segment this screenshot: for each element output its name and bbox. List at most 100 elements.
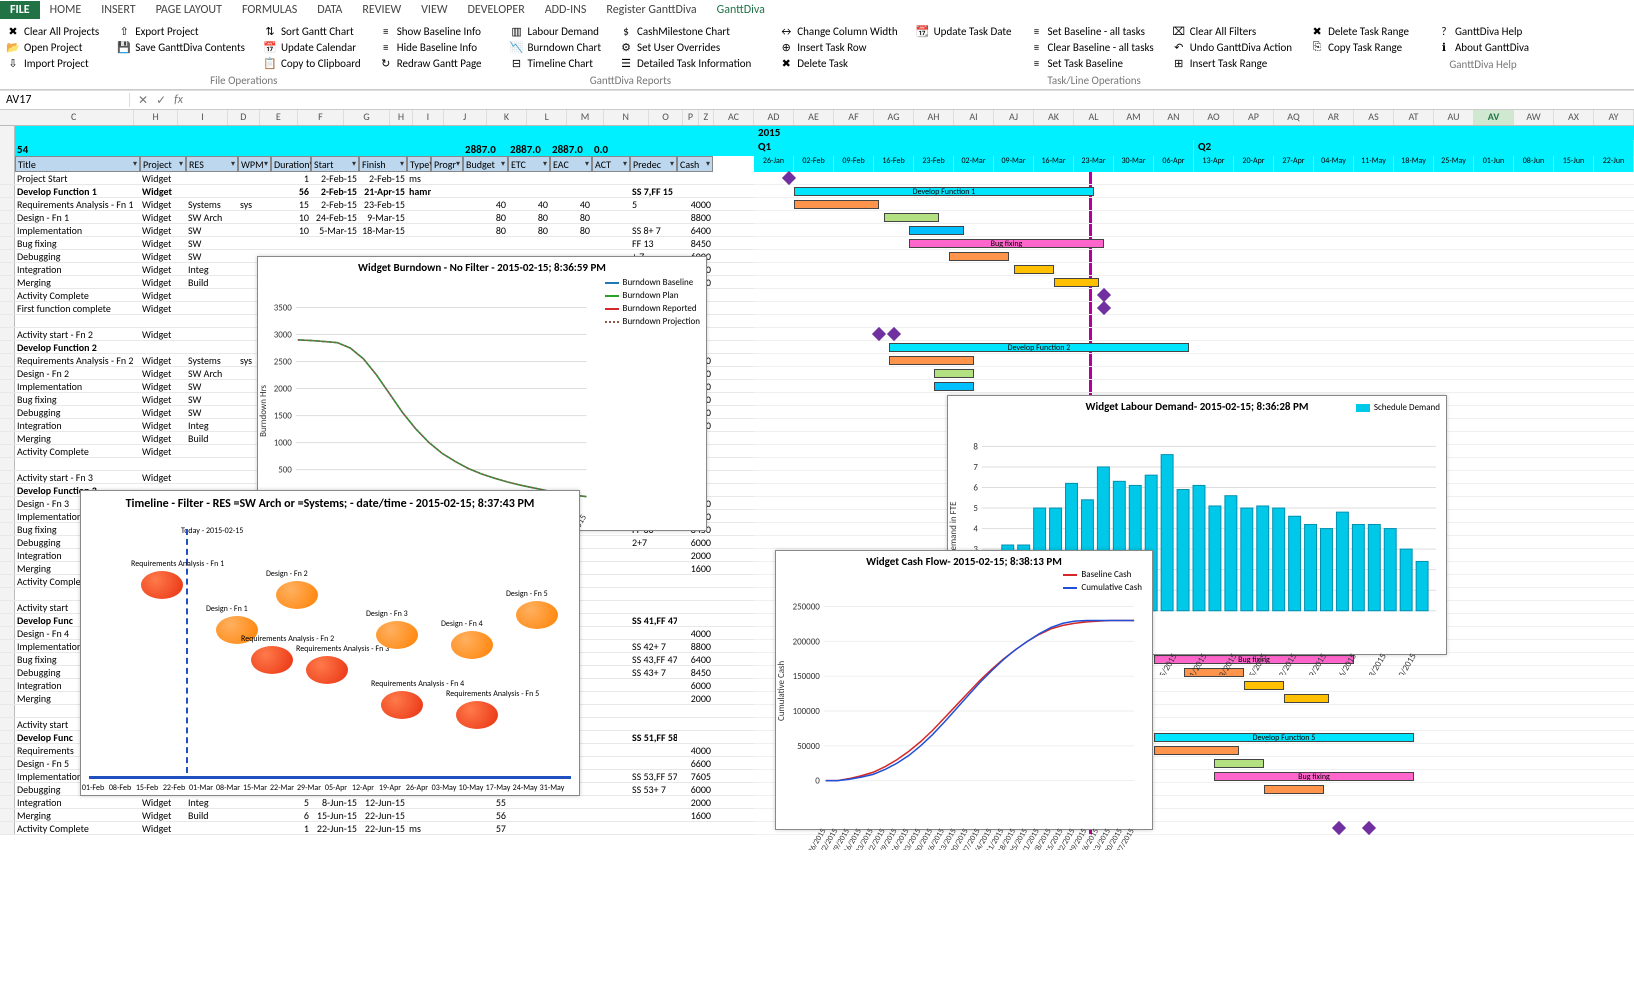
btn-delete-task[interactable]: ✖Delete Task bbox=[779, 56, 897, 70]
svg-text:0: 0 bbox=[815, 776, 820, 787]
insert-range-icon: ⊞ bbox=[1172, 56, 1186, 70]
tab-register[interactable]: Register GanttDiva bbox=[596, 1, 706, 19]
table-row[interactable]: Design - Fn 1 Widget SW Arch 10 24-Feb-1… bbox=[0, 211, 754, 224]
svg-text:250000: 250000 bbox=[793, 602, 821, 613]
btn-open-project[interactable]: 📂Open Project bbox=[6, 40, 99, 54]
btn-detailed-task[interactable]: ☰Detailed Task Information bbox=[619, 56, 751, 70]
svg-text:6/8/2015: 6/8/2015 bbox=[1213, 651, 1240, 675]
svg-text:4: 4 bbox=[973, 524, 978, 535]
tab-home[interactable]: HOME bbox=[40, 1, 92, 19]
svg-text:6/1/2015: 6/1/2015 bbox=[1183, 651, 1210, 675]
timeline-chart[interactable]: Timeline - Filter - RES =SW Arch or =Sys… bbox=[80, 490, 580, 796]
group-label-help: GanttDiva Help bbox=[1437, 54, 1529, 71]
svg-text:5: 5 bbox=[973, 503, 978, 514]
btn-cashmilestone[interactable]: $CashMilestone Chart bbox=[619, 24, 751, 38]
delete-range-icon: ✖ bbox=[1310, 24, 1324, 38]
hide-icon: ≡ bbox=[379, 40, 393, 54]
group-task-ops: ↔Change Column Width ⊕Insert Task Row ✖D… bbox=[779, 24, 1409, 87]
svg-text:6/29/2015: 6/29/2015 bbox=[1300, 651, 1329, 675]
clear-icon: ✖ bbox=[6, 24, 20, 38]
show-icon: ≡ bbox=[379, 24, 393, 38]
table-row[interactable]: Requirements Analysis - Fn 1 Widget Syst… bbox=[0, 198, 754, 211]
svg-text:Burndown Hrs: Burndown Hrs bbox=[258, 384, 269, 436]
btn-update-calendar[interactable]: 📅Update Calendar bbox=[263, 40, 361, 54]
svg-text:2000: 2000 bbox=[274, 384, 293, 395]
svg-text:7/6/2015: 7/6/2015 bbox=[1332, 651, 1359, 675]
btn-delete-range[interactable]: ✖Delete Task Range bbox=[1310, 24, 1409, 38]
btn-burndown[interactable]: 📉Burndown Chart bbox=[510, 40, 601, 54]
tab-developer[interactable]: DEVELOPER bbox=[458, 1, 535, 19]
open-icon: 📂 bbox=[6, 40, 20, 54]
svg-text:5/25/2015: 5/25/2015 bbox=[1151, 651, 1180, 675]
group-help: ?GanttDiva Help ℹAbout GanttDiva GanttDi… bbox=[1437, 24, 1529, 87]
btn-export-project[interactable]: ⇧Export Project bbox=[117, 24, 245, 38]
btn-set-baseline-all[interactable]: ≡Set Baseline - all tasks bbox=[1029, 24, 1153, 38]
tab-review[interactable]: REVIEW bbox=[352, 1, 411, 19]
table-row[interactable]: Activity Complete Widget 1 22-Jun-15 22-… bbox=[0, 822, 754, 835]
btn-about[interactable]: ℹAbout GanttDiva bbox=[1437, 40, 1529, 54]
btn-user-overrides[interactable]: ⚙Set User Overrides bbox=[619, 40, 751, 54]
btn-clear-all-projects[interactable]: ✖Clear All Projects bbox=[6, 24, 99, 38]
name-box[interactable]: AV17 bbox=[0, 93, 130, 107]
fx-icon[interactable]: fx bbox=[174, 93, 183, 108]
help-icon: ? bbox=[1437, 24, 1451, 38]
tab-insert[interactable]: INSERT bbox=[91, 1, 145, 19]
btn-copy-clipboard[interactable]: 📋Copy to Clipboard bbox=[263, 56, 361, 70]
btn-help[interactable]: ?GanttDiva Help bbox=[1437, 24, 1529, 38]
column-headers[interactable]: C H I D E F G H I J K L M N O P Z ACADAE… bbox=[0, 110, 1634, 126]
table-row[interactable]: Integration Widget Integ 5 8-Jun-15 12-J… bbox=[0, 796, 754, 809]
tab-view[interactable]: VIEW bbox=[411, 1, 457, 19]
redraw-icon: ↻ bbox=[379, 56, 393, 70]
tab-file[interactable]: FILE bbox=[0, 1, 40, 19]
filter-arrow-icon[interactable]: ▾ bbox=[133, 159, 137, 169]
svg-text:6: 6 bbox=[973, 482, 978, 493]
bar-chart-icon: ▥ bbox=[510, 24, 524, 38]
table-row[interactable]: Bug fixing Widget SW FF 13 8450 bbox=[0, 237, 754, 250]
tab-ganttdiva[interactable]: GanttDiva bbox=[707, 1, 775, 19]
btn-sort-gantt[interactable]: ⇅Sort Gantt Chart bbox=[263, 24, 361, 38]
btn-copy-range[interactable]: ⎘Copy Task Range bbox=[1310, 40, 1409, 54]
svg-text:500: 500 bbox=[278, 465, 292, 476]
svg-text:7/13/2015: 7/13/2015 bbox=[1360, 651, 1389, 675]
btn-clear-filters[interactable]: ⌧Clear All Filters bbox=[1172, 24, 1292, 38]
btn-set-task-baseline[interactable]: ≡Set Task Baseline bbox=[1029, 56, 1153, 70]
tab-addins[interactable]: ADD-INS bbox=[535, 1, 597, 19]
cashflow-chart[interactable]: Widget Cash Flow- 2015-02-15; 8:38:13 PM… bbox=[775, 550, 1153, 830]
delete-icon: ✖ bbox=[779, 56, 793, 70]
btn-redraw-gantt[interactable]: ↻Redraw Gantt Page bbox=[379, 56, 482, 70]
table-row[interactable]: Develop Function 1 Widget 56 2-Feb-15 21… bbox=[0, 185, 754, 198]
btn-clear-baseline-all[interactable]: ≡Clear Baseline - all tasks bbox=[1029, 40, 1153, 54]
group-label-file: File Operations bbox=[6, 70, 482, 87]
formula-bar: AV17 ✕ ✓ fx bbox=[0, 90, 1634, 110]
burndown-legend: Burndown Baseline Burndown Plan Burndown… bbox=[605, 277, 700, 329]
btn-insert-row[interactable]: ⊕Insert Task Row bbox=[779, 40, 897, 54]
width-icon: ↔ bbox=[779, 24, 793, 38]
fx-cancel-icon[interactable]: ✕ bbox=[138, 93, 148, 108]
btn-save-contents[interactable]: 💾Save GanttDiva Contents bbox=[117, 40, 245, 54]
btn-hide-baseline[interactable]: ≡Hide Baseline Info bbox=[379, 40, 482, 54]
table-header[interactable]: Title▾ Project▾ RES▾ WPM▾ Duration▾ Star… bbox=[0, 156, 754, 172]
svg-text:7/20/2015: 7/20/2015 bbox=[1390, 651, 1419, 675]
svg-text:3000: 3000 bbox=[274, 329, 293, 340]
svg-text:1500: 1500 bbox=[274, 411, 293, 422]
copy-range-icon: ⎘ bbox=[1310, 40, 1324, 54]
svg-text:3500: 3500 bbox=[274, 302, 293, 313]
btn-timeline-chart[interactable]: ⊟Timeline Chart bbox=[510, 56, 601, 70]
table-row[interactable]: Implementation Widget SW 10 5-Mar-15 18-… bbox=[0, 224, 754, 237]
btn-undo[interactable]: ↶Undo GanttDiva Action bbox=[1172, 40, 1292, 54]
table-row[interactable]: Project Start Widget 1 2-Feb-15 2-Feb-15… bbox=[0, 172, 754, 185]
btn-col-width[interactable]: ↔Change Column Width bbox=[779, 24, 897, 38]
tab-data[interactable]: DATA bbox=[307, 1, 352, 19]
metric-count: 54 bbox=[15, 126, 140, 156]
svg-text:7: 7 bbox=[973, 462, 978, 473]
btn-import-project[interactable]: ⇩Import Project bbox=[6, 56, 99, 70]
btn-update-date[interactable]: 📆Update Task Date bbox=[916, 24, 1012, 38]
tab-pagelayout[interactable]: PAGE LAYOUT bbox=[146, 1, 232, 19]
tab-formulas[interactable]: FORMULAS bbox=[232, 1, 307, 19]
btn-insert-range[interactable]: ⊞Insert Task Range bbox=[1172, 56, 1292, 70]
btn-labour-demand[interactable]: ▥Labour Demand bbox=[510, 24, 601, 38]
svg-text:Cumulative Cash: Cumulative Cash bbox=[776, 660, 787, 720]
table-row[interactable]: Merging Widget Build 6 15-Jun-15 22-Jun-… bbox=[0, 809, 754, 822]
fx-accept-icon[interactable]: ✓ bbox=[156, 93, 166, 108]
btn-show-baseline[interactable]: ≡Show Baseline Info bbox=[379, 24, 482, 38]
